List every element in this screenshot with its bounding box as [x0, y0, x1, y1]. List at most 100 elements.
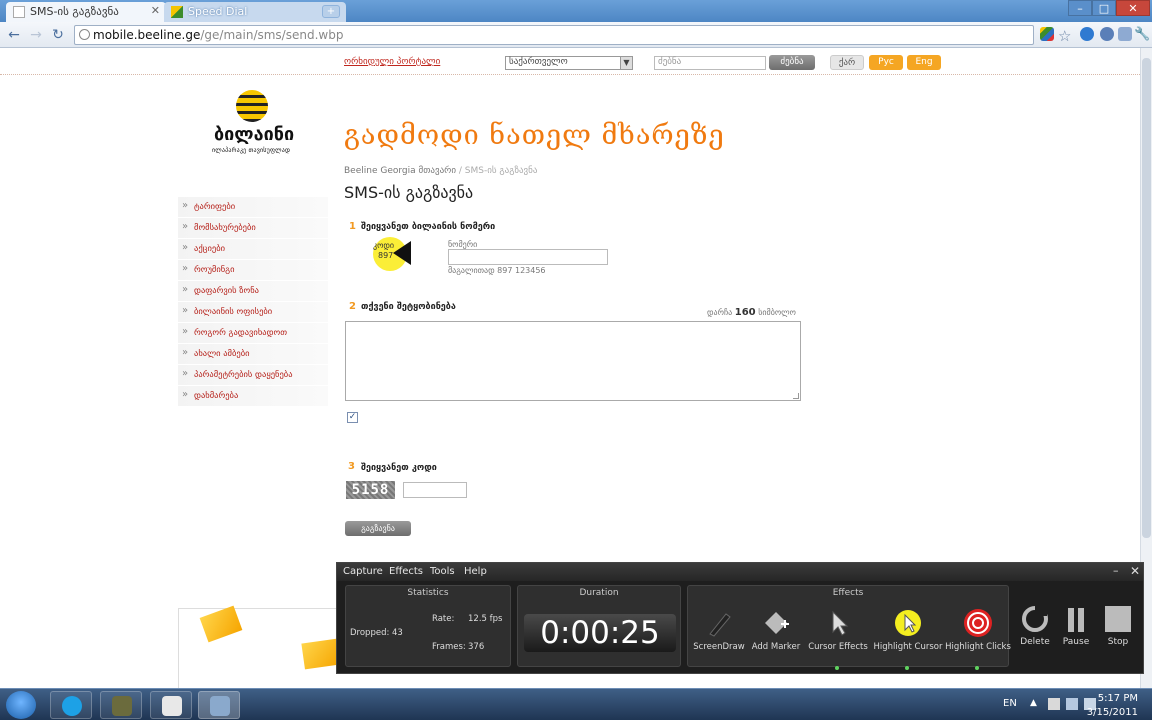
- tray-expand-icon[interactable]: ▲: [1030, 698, 1042, 710]
- taskbar-chrome[interactable]: [150, 691, 192, 719]
- breadcrumb-home-link[interactable]: Beeline Georgia მთავარი: [344, 166, 456, 176]
- lang-georgian-button[interactable]: ქარ: [830, 55, 864, 70]
- search-button[interactable]: ძებნა: [769, 55, 815, 70]
- envelope-icon: [301, 638, 341, 670]
- chrome-icon: [162, 696, 182, 716]
- network-icon[interactable]: [1066, 698, 1078, 710]
- checkbox[interactable]: ✓: [347, 412, 358, 423]
- logo-text[interactable]: ბილაინი: [214, 124, 294, 145]
- tool-label: ScreenDraw: [693, 642, 745, 652]
- browser-titlebar: SMS-ის გაგზავნა ✕ Speed Dial ✕ + – □ ✕: [0, 0, 1152, 22]
- duration-timer: 0:00:25: [524, 614, 676, 652]
- new-tab-button[interactable]: +: [322, 5, 340, 18]
- extension-icon[interactable]: [1118, 27, 1132, 41]
- captcha-input[interactable]: [403, 482, 467, 498]
- sidebar-item-news[interactable]: ახალი ამბები: [178, 344, 328, 365]
- sidebar-item-roaming[interactable]: როუმინგი: [178, 260, 328, 281]
- highlight-clicks-button[interactable]: Highlight Clicks: [942, 608, 1014, 670]
- char-counter-prefix: დარჩა: [707, 308, 733, 317]
- resize-grip-icon[interactable]: [793, 393, 799, 399]
- menu-capture[interactable]: Capture: [343, 566, 383, 577]
- recorder-minimize-button[interactable]: –: [1113, 564, 1119, 577]
- sidebar-item-coverage[interactable]: დაფარვის ზონა: [178, 281, 328, 302]
- sidebar-item-offices[interactable]: ბილაინის ოფისები: [178, 302, 328, 323]
- sidebar-item-settings[interactable]: პარამეტრების დაყენება: [178, 365, 328, 386]
- sidebar-item-promotions[interactable]: აქციები: [178, 239, 328, 260]
- target-icon: [964, 609, 992, 637]
- menu-effects[interactable]: Effects: [389, 566, 423, 577]
- step-label: შეიყვანეთ კოდი: [361, 463, 437, 473]
- extension-icon[interactable]: [1100, 27, 1114, 41]
- scrollbar-thumb[interactable]: [1142, 58, 1151, 538]
- prefix-value: 897: [378, 251, 394, 260]
- cursor-effects-button[interactable]: Cursor Effects: [802, 608, 874, 670]
- divider: [0, 74, 1140, 75]
- taskbar-camera-app[interactable]: [100, 691, 142, 719]
- extension-icon[interactable]: [1080, 27, 1094, 41]
- url-path: /ge/main/sms/send.wbp: [200, 28, 344, 42]
- region-select[interactable]: საქართველო ▼: [505, 56, 633, 70]
- address-bar[interactable]: mobile.beeline.ge/ge/main/sms/send.wbp: [74, 25, 1034, 45]
- breadcrumb-separator: /: [456, 166, 465, 176]
- language-indicator[interactable]: EN: [1003, 698, 1017, 709]
- back-button[interactable]: ←: [4, 25, 24, 45]
- extension-icon[interactable]: [1040, 27, 1054, 41]
- action-center-icon[interactable]: [1048, 698, 1060, 710]
- close-window-button[interactable]: ✕: [1116, 0, 1150, 16]
- menu-tools[interactable]: Tools: [430, 566, 455, 577]
- tab-sms-send[interactable]: SMS-ის გაგზავნა ✕: [6, 2, 166, 22]
- taskbar-skype[interactable]: [50, 691, 92, 719]
- frames-label: Frames:: [432, 642, 466, 652]
- start-button[interactable]: [6, 691, 36, 719]
- step-label: თქვენი შეტყობინება: [361, 302, 456, 312]
- clock-date[interactable]: 3/15/2011: [1084, 707, 1138, 718]
- message-textarea[interactable]: [345, 321, 801, 401]
- highlight-cursor-button[interactable]: Highlight Cursor: [872, 608, 944, 670]
- rate-value: 12.5 fps: [468, 614, 503, 624]
- close-icon[interactable]: ✕: [151, 4, 160, 17]
- pause-button[interactable]: Pause: [1056, 605, 1096, 647]
- maximize-button[interactable]: □: [1092, 0, 1116, 16]
- control-label: Pause: [1062, 637, 1090, 647]
- stop-icon: [1105, 606, 1131, 632]
- taskbar-recorder[interactable]: [198, 691, 240, 719]
- step-number: 3: [348, 461, 355, 472]
- tab-speed-dial[interactable]: Speed Dial ✕: [164, 2, 346, 22]
- reload-button[interactable]: ↻: [48, 25, 68, 45]
- status-dot: [905, 666, 909, 670]
- lang-english-button[interactable]: Eng: [907, 55, 941, 70]
- phone-number-input[interactable]: [448, 249, 608, 265]
- sidebar-item-tariffs[interactable]: ტარიფები: [178, 197, 328, 218]
- statistics-title: Statistics: [407, 588, 449, 598]
- menu-help[interactable]: Help: [464, 566, 487, 577]
- sidebar-item-how-to-pay[interactable]: როგორ გადავიხადოთ: [178, 323, 328, 344]
- tab-label: Speed Dial: [188, 5, 248, 18]
- wrench-icon[interactable]: 🔧: [1134, 27, 1150, 42]
- lang-russian-button[interactable]: Рус: [869, 55, 903, 70]
- minimize-button[interactable]: –: [1068, 0, 1092, 16]
- sidebar-item-help[interactable]: დახმარება: [178, 386, 328, 407]
- portal-link[interactable]: ორხიდული პორტალი: [344, 57, 440, 67]
- char-counter-value: 160: [734, 307, 756, 318]
- recorder-panel: Capture Effects Tools Help – ✕ Statistic…: [336, 562, 1144, 674]
- recorder-close-button[interactable]: ✕: [1130, 564, 1140, 578]
- forward-button[interactable]: →: [26, 25, 46, 45]
- bookmark-star-icon[interactable]: ☆: [1058, 27, 1072, 45]
- recorder-menubar: Capture Effects Tools Help – ✕: [337, 563, 1143, 581]
- frames-value: 376: [468, 642, 485, 652]
- step-label: შეიყვანეთ ბილაინის ნომერი: [361, 222, 496, 232]
- delete-button[interactable]: Delete: [1015, 605, 1055, 647]
- skype-icon: [62, 696, 82, 716]
- hero-title: გადმოდი ნათელ მხარეზე: [344, 120, 725, 151]
- highlight-cursor-icon: [895, 610, 921, 636]
- search-input[interactable]: ძებნა: [654, 56, 766, 70]
- clock-time[interactable]: 5:17 PM: [1094, 693, 1138, 704]
- prefix-label: კოდი: [373, 241, 395, 250]
- sidebar-item-services[interactable]: მომსახურებები: [178, 218, 328, 239]
- cursor-icon: [832, 610, 849, 636]
- stop-button[interactable]: Stop: [1098, 605, 1138, 647]
- send-button[interactable]: გაგზავნა: [345, 521, 411, 536]
- beeline-logo-icon[interactable]: [236, 90, 268, 122]
- tool-label: Cursor Effects: [808, 642, 868, 652]
- statistics-panel: Statistics Dropped: 43 Rate: 12.5 fps Fr…: [345, 585, 511, 667]
